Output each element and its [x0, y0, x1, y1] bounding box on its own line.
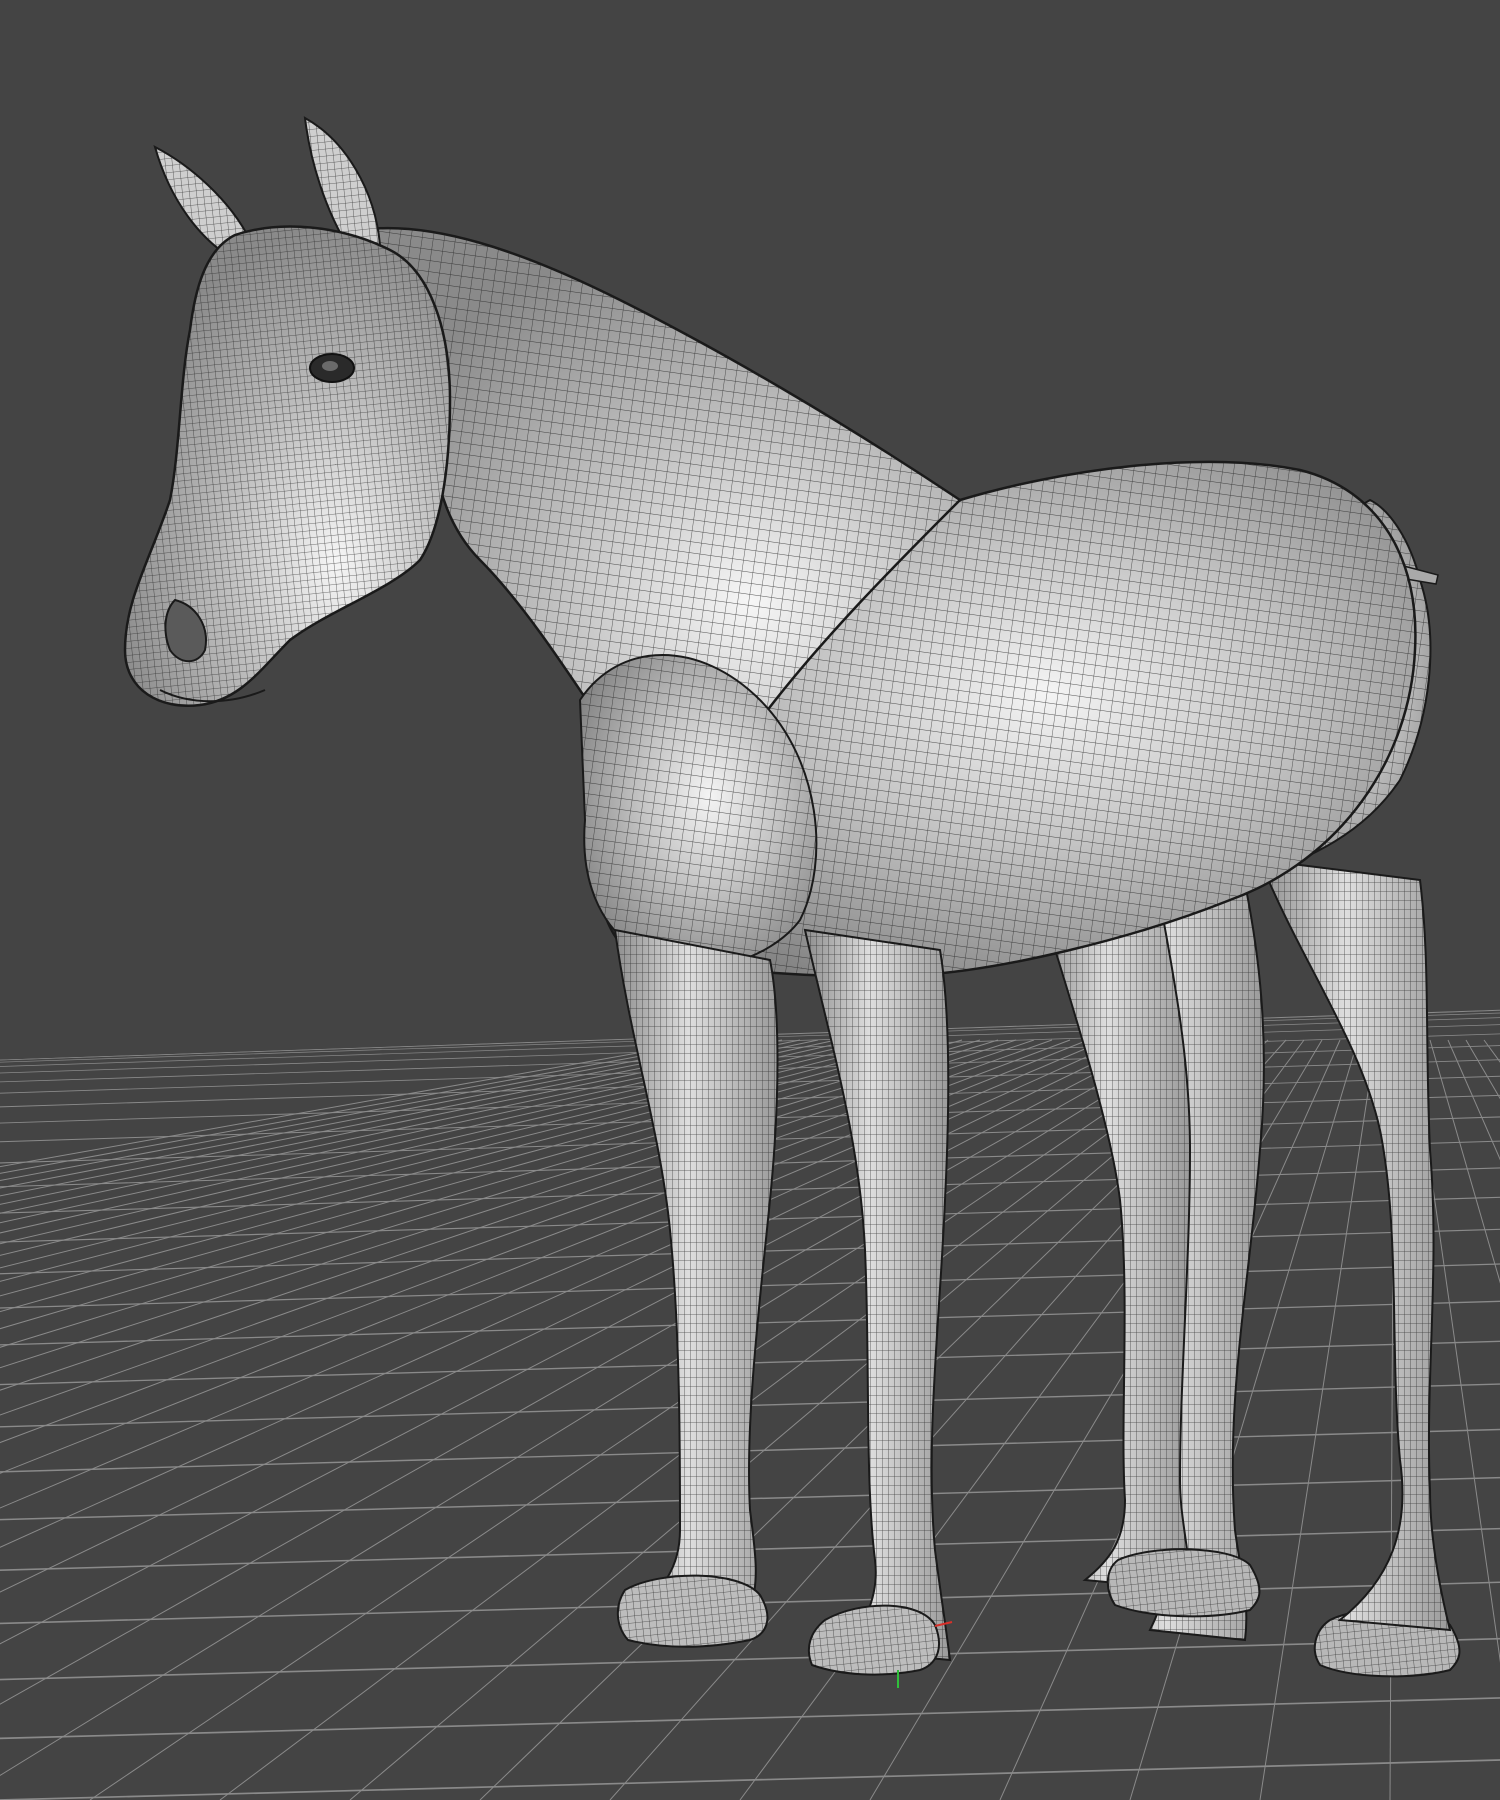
scene-canvas[interactable] — [0, 0, 1500, 1800]
3d-viewport[interactable] — [0, 0, 1500, 1800]
